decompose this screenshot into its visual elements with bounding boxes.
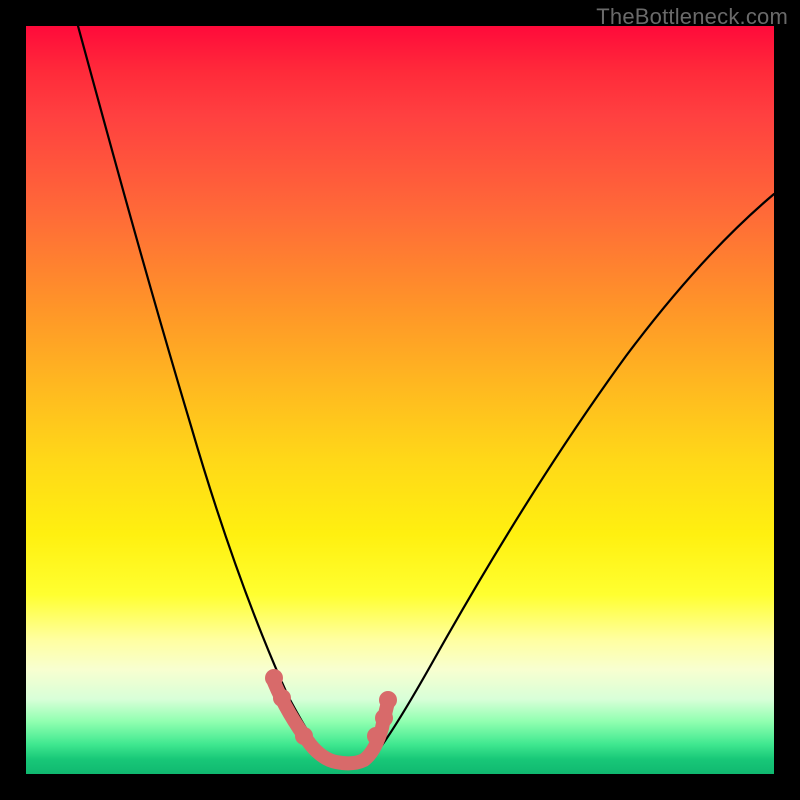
optimal-dot bbox=[295, 727, 313, 745]
optimal-dot bbox=[273, 689, 291, 707]
optimal-dot bbox=[379, 691, 397, 709]
optimal-dot bbox=[367, 727, 385, 745]
optimal-dot bbox=[375, 709, 393, 727]
optimal-dot bbox=[265, 669, 283, 687]
optimal-zone-path bbox=[274, 682, 388, 763]
plot-area bbox=[26, 26, 774, 774]
bottleneck-curve-path bbox=[78, 26, 774, 764]
watermark-text: TheBottleneck.com bbox=[596, 4, 788, 30]
bottleneck-chart bbox=[26, 26, 774, 774]
chart-frame: TheBottleneck.com bbox=[0, 0, 800, 800]
